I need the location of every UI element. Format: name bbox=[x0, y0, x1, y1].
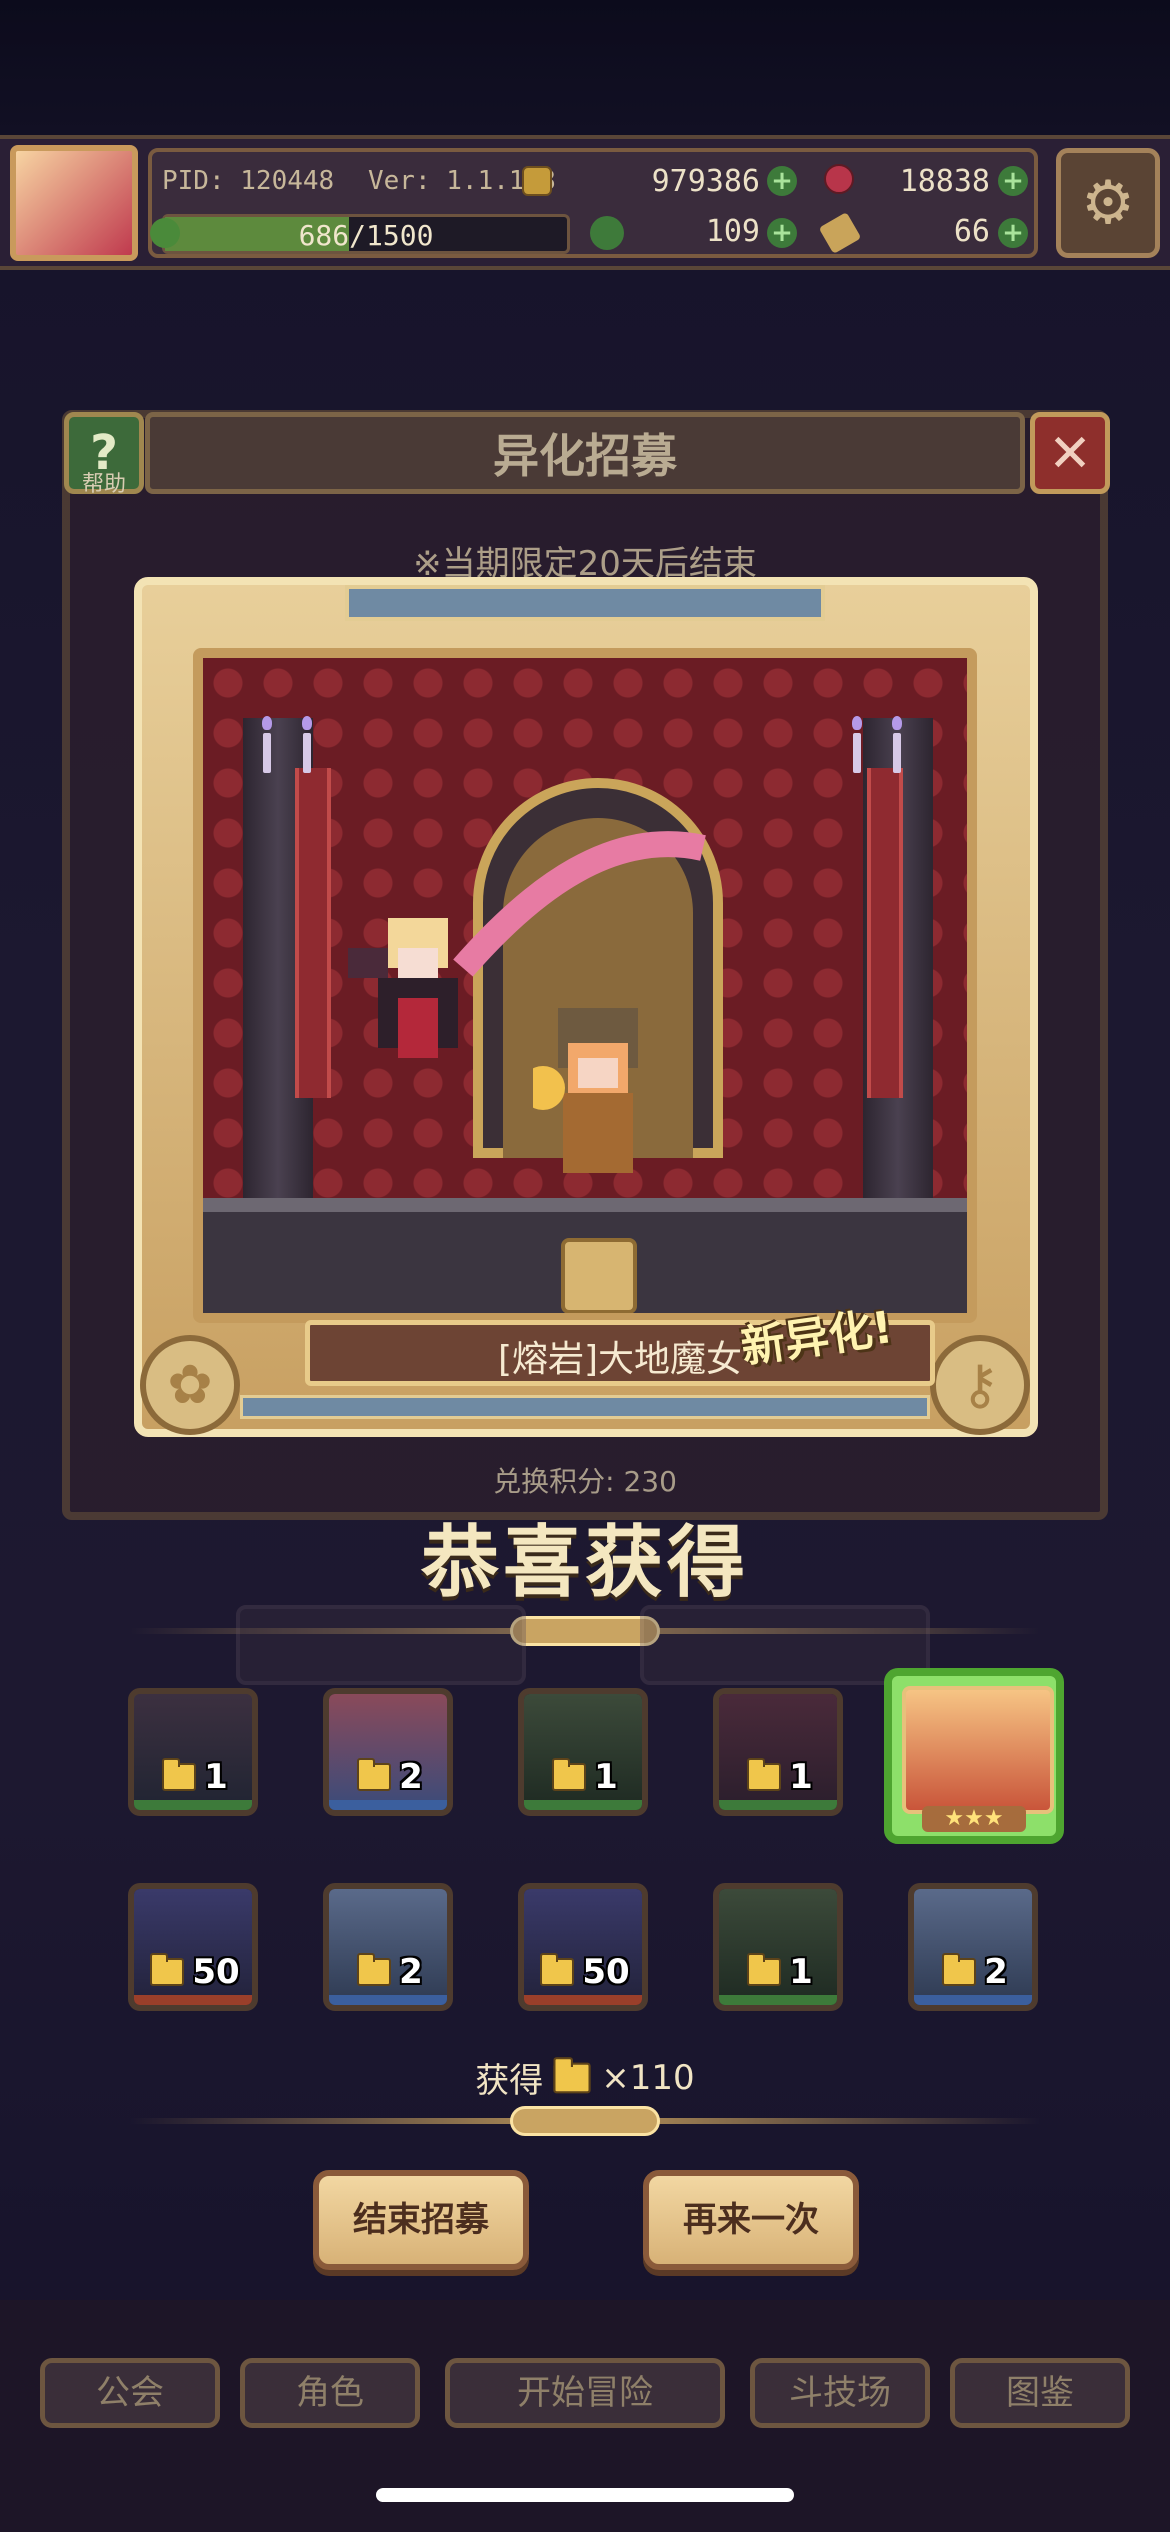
tile-count: 1 bbox=[204, 1757, 228, 1797]
xp-text: 686/1500 bbox=[298, 219, 434, 252]
candle bbox=[303, 733, 311, 773]
folder-icon bbox=[747, 1953, 782, 1986]
obtained-label: 获得 bbox=[475, 2061, 544, 2101]
card-top-bar bbox=[345, 585, 825, 621]
card-bottom-bar bbox=[240, 1395, 930, 1419]
add-clover-icon[interactable]: + bbox=[767, 218, 797, 248]
recruit-again-button[interactable]: 再来一次 bbox=[643, 2170, 859, 2270]
candle-flame bbox=[302, 716, 312, 730]
folder-icon bbox=[540, 1953, 575, 1986]
clover-amount: 109 bbox=[705, 214, 760, 249]
player-avatar[interactable] bbox=[10, 145, 138, 261]
folder-icon bbox=[942, 1953, 977, 1986]
tile-count: 1 bbox=[594, 1757, 618, 1797]
key-corner-icon[interactable]: ⚷ bbox=[930, 1335, 1030, 1435]
tile-count: 1 bbox=[789, 1757, 813, 1797]
add-gem-icon[interactable]: + bbox=[998, 166, 1028, 196]
reward-tile[interactable]: 1 bbox=[713, 1688, 843, 1816]
obtained-summary: 获得 ×110 bbox=[0, 2053, 1170, 2102]
gem-icon bbox=[824, 164, 854, 194]
pink-magic-trail bbox=[453, 831, 706, 977]
home-indicator[interactable] bbox=[376, 2488, 794, 2502]
paw-icon[interactable]: ✿ bbox=[140, 1335, 240, 1435]
reward-tile[interactable]: 1 bbox=[713, 1883, 843, 2011]
folder-icon bbox=[162, 1758, 197, 1791]
candle-flame bbox=[262, 716, 272, 730]
featured-reward-tile[interactable]: ★★★ bbox=[884, 1668, 1064, 1844]
character-scene bbox=[193, 648, 977, 1323]
add-gold-icon[interactable]: + bbox=[767, 166, 797, 196]
nav-guild[interactable]: 公会 bbox=[40, 2358, 220, 2428]
close-button[interactable]: ✕ bbox=[1030, 412, 1110, 494]
obtained-count: ×110 bbox=[601, 2057, 695, 2098]
reward-tile[interactable]: 1 bbox=[128, 1688, 258, 1816]
divider-ornament bbox=[510, 2106, 660, 2136]
settings-gear-icon[interactable]: ⚙ bbox=[1056, 148, 1160, 258]
star-rating: ★★★ bbox=[922, 1806, 1026, 1832]
nav-arena[interactable]: 斗技场 bbox=[750, 2358, 930, 2428]
nav-codex[interactable]: 图鉴 bbox=[950, 2358, 1130, 2428]
tile-count: 2 bbox=[399, 1952, 423, 1992]
reward-tile[interactable]: 2 bbox=[908, 1883, 1038, 2011]
featured-character-portrait bbox=[902, 1686, 1054, 1814]
gold-amount: 979386 bbox=[651, 164, 760, 199]
recruit-once-bg bbox=[236, 1605, 526, 1685]
nav-characters[interactable]: 角色 bbox=[240, 2358, 420, 2428]
folder-icon bbox=[747, 1758, 782, 1791]
folder-icon bbox=[553, 2056, 591, 2093]
tile-count: 2 bbox=[399, 1757, 423, 1797]
tile-count: 2 bbox=[984, 1952, 1008, 1992]
left-pillar-banner bbox=[295, 768, 331, 1098]
folder-icon bbox=[357, 1758, 392, 1791]
tile-count: 50 bbox=[582, 1952, 630, 1992]
candle-flame bbox=[852, 716, 862, 730]
gem-amount: 18838 bbox=[899, 164, 990, 199]
reward-tile[interactable]: 2 bbox=[323, 1688, 453, 1816]
reward-tile[interactable]: 50 bbox=[128, 1883, 258, 2011]
key-amount: 66 bbox=[953, 214, 990, 249]
xp-bar: 686/1500 bbox=[162, 214, 570, 254]
emblem-icon bbox=[561, 1238, 637, 1313]
folder-icon bbox=[552, 1758, 587, 1791]
folder-icon bbox=[357, 1953, 392, 1986]
candle bbox=[263, 733, 271, 773]
candle bbox=[853, 733, 861, 773]
tile-count: 1 bbox=[789, 1952, 813, 1992]
pid-label: PID: 120448 bbox=[162, 166, 335, 196]
help-label: 帮助 bbox=[81, 472, 126, 497]
window-title: 异化招募 bbox=[493, 429, 677, 483]
earth-witch-sprite bbox=[533, 1008, 638, 1173]
right-pillar-banner bbox=[867, 768, 903, 1098]
reward-tile[interactable]: 50 bbox=[518, 1883, 648, 2011]
exchange-points: 兑换积分: 230 bbox=[493, 1465, 677, 1498]
congrats-title: 恭喜获得 bbox=[420, 1518, 749, 1608]
candle-flame bbox=[892, 716, 902, 730]
gold-coin-icon bbox=[522, 166, 552, 196]
divider-ornament bbox=[510, 1616, 660, 1646]
reward-tile[interactable]: 2 bbox=[323, 1883, 453, 2011]
candle bbox=[893, 733, 901, 773]
end-recruit-button[interactable]: 结束招募 bbox=[313, 2170, 529, 2270]
tile-count: 50 bbox=[192, 1952, 240, 1992]
leaf-icon bbox=[150, 218, 180, 248]
floor-edge bbox=[203, 1198, 967, 1212]
reward-tile[interactable]: 1 bbox=[518, 1688, 648, 1816]
nav-adventure[interactable]: 开始冒险 bbox=[445, 2358, 725, 2428]
folder-icon bbox=[150, 1953, 185, 1986]
add-key-icon[interactable]: + bbox=[998, 218, 1028, 248]
clover-icon bbox=[590, 216, 624, 250]
